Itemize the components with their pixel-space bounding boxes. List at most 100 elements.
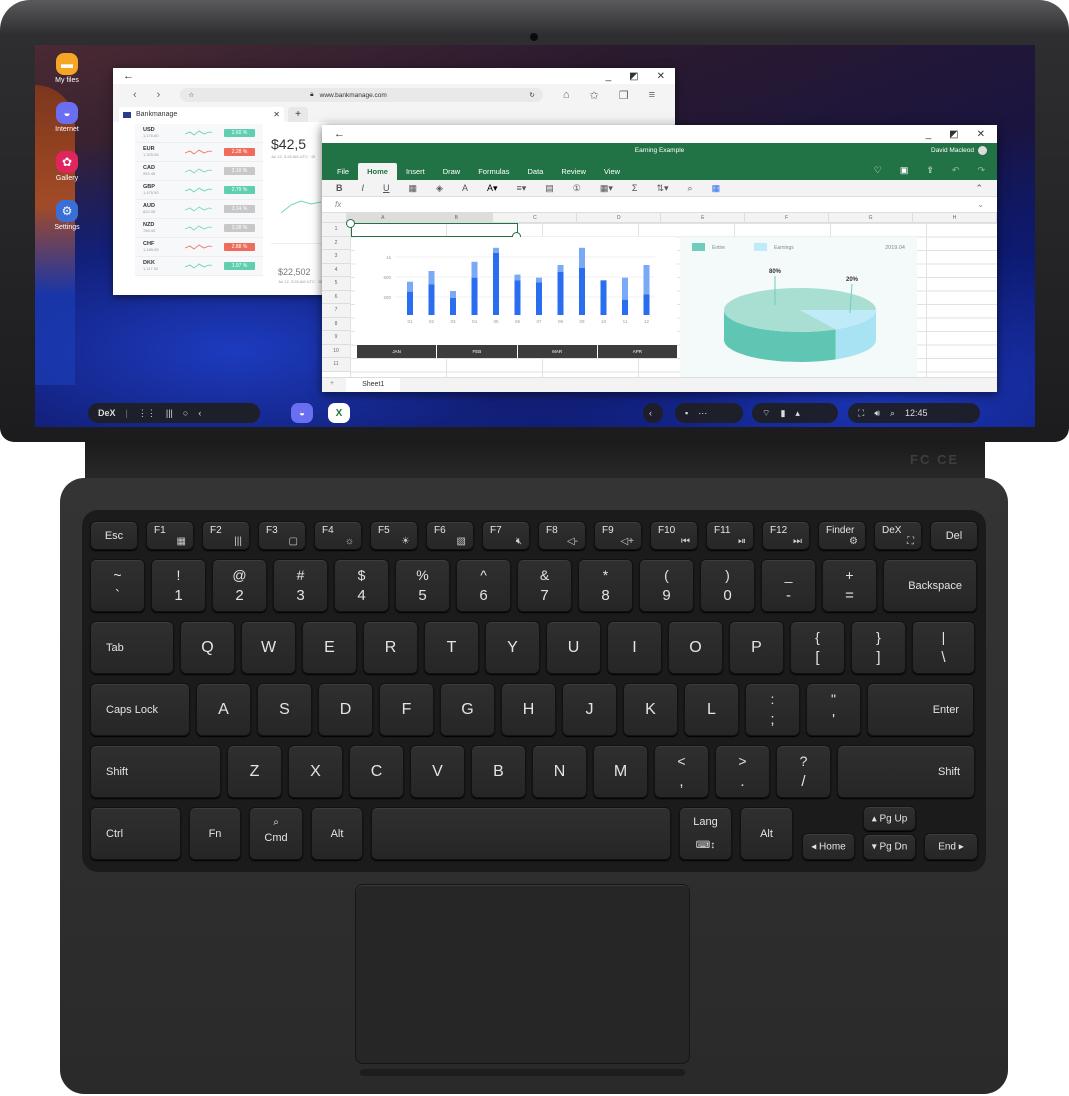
key-s[interactable]: S bbox=[257, 683, 312, 736]
key-sym-8[interactable]: <, bbox=[654, 745, 709, 798]
ribbon-tab-home[interactable]: Home bbox=[358, 163, 397, 180]
ribbon-tab-formulas[interactable]: Formulas bbox=[469, 163, 518, 180]
key-u[interactable]: U bbox=[546, 621, 601, 674]
key-c[interactable]: C bbox=[349, 745, 404, 798]
key-j[interactable]: J bbox=[562, 683, 617, 736]
key-t[interactable]: T bbox=[424, 621, 479, 674]
key-sym-11[interactable]: " ' bbox=[806, 683, 861, 736]
key-9[interactable]: (9 bbox=[639, 559, 694, 612]
screenshot-icon[interactable]: ⛶ bbox=[858, 408, 864, 419]
key-v[interactable]: V bbox=[410, 745, 465, 798]
new-tab-button[interactable]: + bbox=[288, 107, 308, 122]
align-icon[interactable]: ≡▾ bbox=[517, 183, 527, 194]
redo-icon[interactable]: ↷ bbox=[977, 165, 985, 176]
insert-delete-icon[interactable]: ▦▾ bbox=[600, 183, 613, 194]
minimize-button[interactable]: _ bbox=[606, 71, 612, 82]
address-bar[interactable]: ☆ 🔒︎ www.bankmanage.com ↻ bbox=[180, 88, 543, 102]
key-1[interactable]: ! 1 bbox=[151, 559, 206, 612]
close-tab-icon[interactable]: ✕ bbox=[273, 110, 280, 119]
key-o[interactable]: O bbox=[668, 621, 723, 674]
recents-icon[interactable]: ||| bbox=[166, 408, 173, 418]
key-m[interactable]: M bbox=[593, 745, 648, 798]
column-header[interactable]: F bbox=[745, 213, 830, 222]
key-y[interactable]: Y bbox=[485, 621, 540, 674]
message-icon[interactable]: ▪ bbox=[685, 408, 688, 418]
home-icon[interactable]: ○ bbox=[183, 408, 188, 418]
key-dex[interactable]: DeX ⛶ bbox=[874, 521, 922, 550]
desktop-icon-internet[interactable]: ◒ Internet bbox=[47, 102, 87, 133]
key-alt[interactable]: Alt bbox=[740, 807, 793, 860]
star-icon[interactable]: ☆ bbox=[188, 91, 194, 99]
row-header[interactable]: 9 bbox=[322, 331, 350, 345]
key-esc[interactable]: Esc bbox=[90, 521, 138, 550]
key-sym-10[interactable]: :; bbox=[745, 683, 800, 736]
excel-app-icon[interactable]: X bbox=[328, 403, 350, 423]
ribbon-tab-file[interactable]: File bbox=[328, 163, 358, 180]
desktop-icon-gallery[interactable]: ✿ Gallery bbox=[47, 151, 87, 182]
bold-button[interactable]: B bbox=[336, 183, 343, 193]
key-e[interactable]: E bbox=[302, 621, 357, 674]
key-backspace[interactable]: Backspace bbox=[883, 559, 977, 612]
key-2[interactable]: @2 bbox=[212, 559, 267, 612]
wrap-icon[interactable]: ▤ bbox=[545, 183, 554, 194]
key-end[interactable]: End ▸ bbox=[924, 833, 978, 860]
battery-icon[interactable]: ▮ bbox=[780, 408, 785, 419]
key-finder[interactable]: Finder ⚙ bbox=[818, 521, 866, 550]
key-h[interactable]: H bbox=[501, 683, 556, 736]
home-icon[interactable]: ⌂ bbox=[563, 89, 570, 101]
key-cmd[interactable]: Cmd ⌕ bbox=[249, 807, 303, 860]
key-sym-12[interactable]: }] bbox=[851, 621, 906, 674]
save-icon[interactable]: ▣ bbox=[900, 165, 909, 176]
italic-button[interactable]: I bbox=[362, 183, 365, 193]
wifi-icon[interactable]: ⌔ bbox=[762, 408, 770, 419]
volume-icon[interactable]: 🔊︎ bbox=[874, 408, 880, 419]
font-color-icon[interactable]: A bbox=[462, 183, 468, 193]
key-sym-10[interactable]: ? / bbox=[776, 745, 831, 798]
back-arrow-icon[interactable]: ← bbox=[334, 128, 345, 140]
add-sheet-button[interactable]: + bbox=[322, 378, 342, 392]
row-header[interactable]: 11 bbox=[322, 358, 350, 372]
key-g[interactable]: G bbox=[440, 683, 495, 736]
back-arrow-icon[interactable]: ← bbox=[123, 70, 134, 82]
key-x[interactable]: X bbox=[288, 745, 343, 798]
key-a[interactable]: A bbox=[196, 683, 251, 736]
key-f12[interactable]: F12 ⏭ bbox=[762, 521, 810, 550]
selection-handle[interactable] bbox=[346, 219, 355, 228]
ribbon-tab-view[interactable]: View bbox=[595, 163, 629, 180]
tabs-icon[interactable]: ❐ bbox=[619, 89, 629, 102]
currency-row[interactable]: EUR 1,325.55 2.28 % bbox=[135, 143, 263, 162]
ribbon-tab-draw[interactable]: Draw bbox=[434, 163, 470, 180]
reload-icon[interactable]: ↻ bbox=[529, 91, 534, 99]
key-sym-9[interactable]: >. bbox=[715, 745, 770, 798]
row-header[interactable]: 4 bbox=[322, 264, 350, 277]
key-home[interactable]: ◂ Home bbox=[802, 833, 855, 860]
key-pg-up[interactable]: ▴ Pg Up bbox=[863, 806, 916, 831]
row-header[interactable]: 3 bbox=[322, 250, 350, 264]
column-header[interactable]: A bbox=[346, 213, 421, 222]
key-q[interactable]: Q bbox=[180, 621, 235, 674]
key-7[interactable]: & 7 bbox=[517, 559, 572, 612]
key-w[interactable]: W bbox=[241, 621, 296, 674]
key-sym-12[interactable]: + = bbox=[822, 559, 877, 612]
key-sym-0[interactable]: ~ ` bbox=[90, 559, 145, 612]
key-pg-dn[interactable]: ▾ Pg Dn bbox=[863, 834, 916, 860]
key-sym-11[interactable]: {[ bbox=[790, 621, 845, 674]
key-8[interactable]: * 8 bbox=[578, 559, 633, 612]
key-tab[interactable]: Tab bbox=[90, 621, 174, 674]
more-icon[interactable]: ⋯ bbox=[698, 408, 707, 419]
key-fn[interactable]: Fn bbox=[189, 807, 241, 860]
key-d[interactable]: D bbox=[318, 683, 373, 736]
key-sym-13[interactable]: | \ bbox=[912, 621, 975, 674]
share-icon[interactable]: ⇪ bbox=[926, 165, 934, 176]
fill-color-icon[interactable]: ◈ bbox=[436, 183, 443, 194]
key-ctrl[interactable]: Ctrl bbox=[90, 807, 181, 860]
key-f3[interactable]: F3 ▢ bbox=[258, 521, 306, 550]
desktop-icon-settings[interactable]: ⚙ Settings bbox=[47, 200, 87, 231]
key-shift[interactable]: Shift bbox=[837, 745, 975, 798]
forward-button[interactable]: › bbox=[157, 89, 161, 101]
ribbon-tab-insert[interactable]: Insert bbox=[397, 163, 434, 180]
search-icon[interactable]: ⌕ bbox=[890, 408, 895, 419]
close-button[interactable]: ✕ bbox=[977, 129, 985, 140]
currency-row[interactable]: NZD 785.40 3.28 % bbox=[135, 219, 263, 238]
restore-button[interactable]: ◩ bbox=[629, 71, 638, 82]
